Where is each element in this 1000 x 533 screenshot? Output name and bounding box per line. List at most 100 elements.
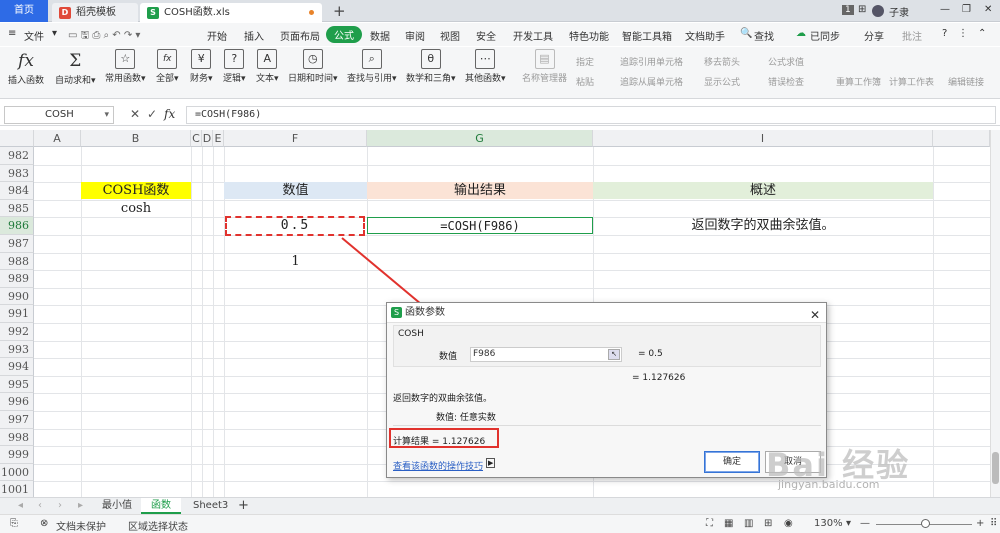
row-header[interactable]: 993: [0, 340, 34, 359]
vertical-scroll-thumb[interactable]: [992, 452, 999, 484]
error-check-button[interactable]: 错误检查: [768, 75, 804, 88]
sync-status[interactable]: 已同步: [810, 28, 840, 43]
menu-file-chevron-icon[interactable]: ▾: [52, 28, 57, 39]
other-functions-button[interactable]: ⋯ 其他函数▾: [465, 49, 506, 84]
col-header-c[interactable]: C: [191, 130, 202, 147]
row-header[interactable]: 990: [0, 287, 34, 306]
menu-file[interactable]: 文件: [24, 28, 44, 43]
autosum-button[interactable]: Σ 自动求和▾: [55, 49, 96, 86]
col-header-e[interactable]: E: [213, 130, 224, 147]
collapse-dialog-icon[interactable]: ↖: [608, 349, 620, 360]
menu-doc-assistant[interactable]: 文档助手: [685, 28, 725, 43]
quick-access-icons[interactable]: ▭ 🖫 ⎙ ⌕ ↶ ↷ ▾: [68, 28, 140, 45]
menu-page-layout[interactable]: 页面布局: [280, 28, 320, 43]
zoom-out-icon[interactable]: —: [860, 518, 870, 529]
evaluate-formula-button[interactable]: 公式求值: [768, 55, 804, 68]
row-header[interactable]: 1001: [0, 481, 34, 498]
menu-review[interactable]: 审阅: [405, 28, 425, 43]
comment-button[interactable]: 批注: [902, 28, 922, 43]
select-all-corner[interactable]: [0, 130, 34, 147]
fullscreen-icon[interactable]: ⛶: [706, 518, 713, 529]
menu-search[interactable]: 查找: [754, 28, 774, 43]
col-header-d[interactable]: D: [202, 130, 213, 147]
remove-arrows-button[interactable]: 移去箭头: [704, 55, 740, 68]
video-icon[interactable]: ▶: [486, 458, 496, 468]
col-header-next[interactable]: [933, 130, 990, 147]
vertical-scrollbar[interactable]: [990, 130, 1000, 498]
insert-fx-icon[interactable]: fx: [164, 107, 175, 121]
row-header[interactable]: 999: [0, 446, 34, 464]
zoom-slider-thumb[interactable]: [921, 519, 930, 528]
dialog-close-icon[interactable]: ✕: [810, 305, 820, 325]
search-icon[interactable]: 🔍: [740, 28, 752, 39]
menu-insert[interactable]: 插入: [244, 28, 264, 43]
normal-view-icon[interactable]: ▦: [724, 518, 733, 529]
arg-input[interactable]: F986 ↖: [470, 347, 622, 362]
sheet-tab-functions[interactable]: 函数: [141, 498, 181, 514]
zoom-in-icon[interactable]: +: [976, 518, 984, 529]
menu-smart-toolbox[interactable]: 智能工具箱: [622, 28, 672, 43]
col-header-a[interactable]: A: [34, 130, 81, 147]
row-header[interactable]: 985: [0, 199, 34, 218]
help-icon[interactable]: ?: [942, 28, 947, 39]
sheet-tab-min[interactable]: 最小值: [92, 498, 142, 514]
row-header[interactable]: 991: [0, 305, 34, 323]
logical-button[interactable]: ? 逻辑▾: [223, 49, 246, 84]
hamburger-icon[interactable]: ≡: [8, 28, 16, 39]
restore-icon[interactable]: ❐: [962, 4, 971, 15]
row-header[interactable]: 983: [0, 164, 34, 183]
recalc-workbook-button[interactable]: 重算工作簿: [836, 75, 881, 88]
trace-dependents-button[interactable]: 追踪从属单元格: [620, 75, 683, 88]
avatar[interactable]: [872, 5, 884, 17]
more-icon[interactable]: ⋮: [958, 28, 968, 39]
row-header[interactable]: 998: [0, 428, 34, 447]
close-icon[interactable]: ✕: [984, 4, 992, 15]
page-layout-view-icon[interactable]: ▥: [744, 518, 753, 529]
row-header[interactable]: 986: [0, 217, 34, 235]
cell-b985[interactable]: cosh: [81, 200, 191, 217]
menu-security[interactable]: 安全: [476, 28, 496, 43]
col-header-g[interactable]: G: [367, 130, 593, 147]
zoom-chevron-icon[interactable]: ▾: [846, 518, 851, 529]
status-more-icon[interactable]: ⠿: [990, 518, 997, 529]
cell-f984[interactable]: 数值: [224, 182, 367, 200]
all-functions-button[interactable]: fx 全部▾: [156, 49, 179, 84]
cell-i984[interactable]: 概述: [593, 182, 933, 200]
paste-names-button[interactable]: 粘贴: [576, 75, 594, 88]
help-link[interactable]: 查看该函数的操作技巧: [393, 459, 483, 472]
financial-button[interactable]: ¥ 财务▾: [190, 49, 213, 84]
show-formulas-button[interactable]: 显示公式: [704, 75, 740, 88]
specify-button[interactable]: 指定: [576, 55, 594, 68]
calc-sheet-button[interactable]: 计算工作表: [889, 75, 934, 88]
cell-f988[interactable]: 1: [224, 253, 367, 270]
menu-features[interactable]: 特色功能: [569, 28, 609, 43]
row-header[interactable]: 988: [0, 252, 34, 271]
row-header[interactable]: 997: [0, 411, 34, 429]
page-break-view-icon[interactable]: ⊞: [764, 518, 772, 529]
share-button[interactable]: 分享: [864, 28, 884, 43]
col-header-i[interactable]: I: [593, 130, 933, 147]
trace-precedents-button[interactable]: 追踪引用单元格: [620, 55, 683, 68]
row-header[interactable]: 992: [0, 323, 34, 341]
cancel-edit-icon[interactable]: ✕: [130, 107, 140, 121]
common-functions-button[interactable]: ☆ 常用函数▾: [105, 49, 146, 84]
collapse-ribbon-icon[interactable]: ⌃: [978, 28, 986, 39]
menu-dev-tools[interactable]: 开发工具: [513, 28, 553, 43]
row-header[interactable]: 982: [0, 147, 34, 165]
tab-file[interactable]: S COSH函数.xls: [140, 3, 322, 22]
dialog-titlebar[interactable]: S 函数参数 ✕: [387, 303, 826, 323]
ok-button[interactable]: 确定: [704, 451, 760, 473]
edit-links-button[interactable]: 编辑链接: [948, 75, 984, 88]
tab-home[interactable]: 首页: [0, 0, 48, 22]
row-header[interactable]: 984: [0, 182, 34, 200]
formula-input[interactable]: =COSH(F986): [186, 106, 996, 124]
menu-home[interactable]: 开始: [207, 28, 227, 43]
lookup-button[interactable]: ⌕ 查找与引用▾: [347, 49, 397, 84]
zoom-level[interactable]: 130%: [814, 518, 843, 529]
text-functions-button[interactable]: A 文本▾: [256, 49, 279, 84]
reading-mode-icon[interactable]: ◉: [784, 518, 793, 529]
menu-view[interactable]: 视图: [440, 28, 460, 43]
menu-formula[interactable]: 公式: [326, 26, 362, 43]
minimize-icon[interactable]: —: [940, 4, 950, 15]
row-header[interactable]: 994: [0, 358, 34, 376]
